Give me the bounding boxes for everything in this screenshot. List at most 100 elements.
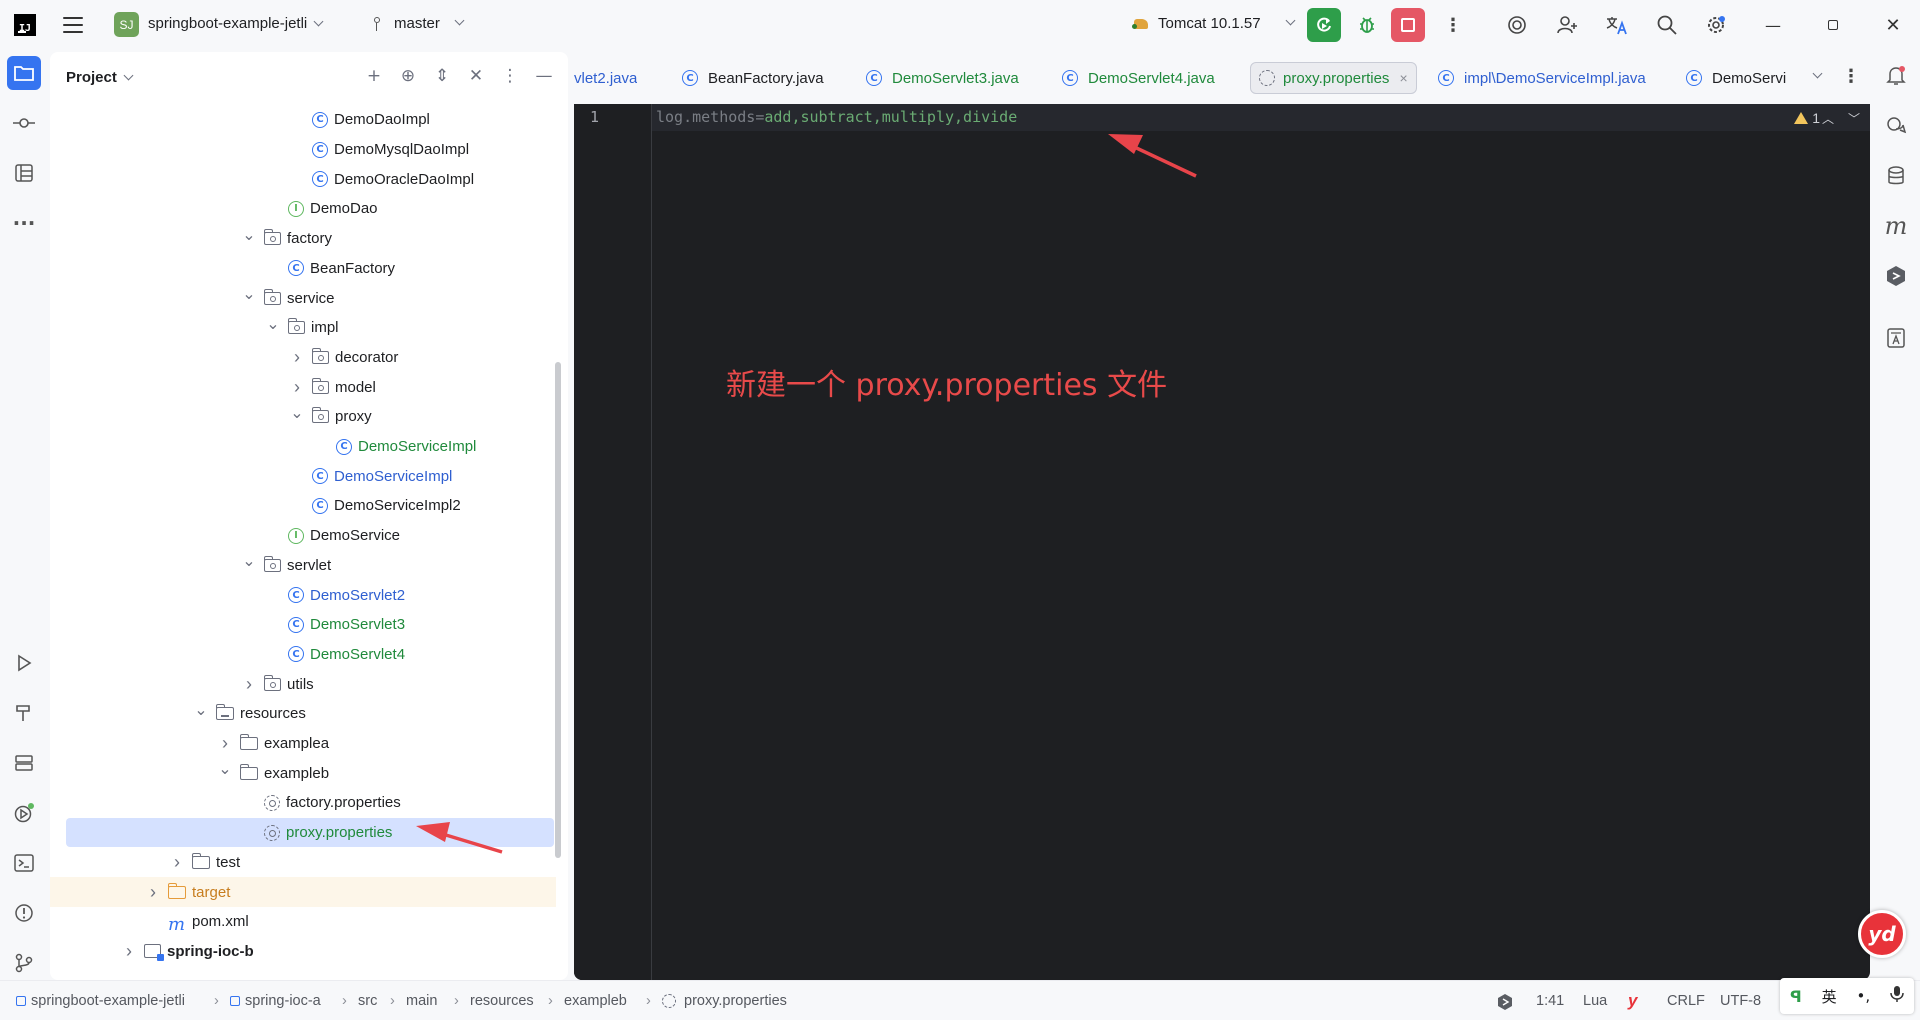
chevron-right-icon[interactable]: › [242, 674, 256, 695]
ai-assistant-icon[interactable] [1504, 12, 1530, 38]
editor-tab[interactable]: vlet2.java [574, 62, 637, 94]
structure-tool-button[interactable] [7, 156, 41, 190]
tree-node[interactable]: m pom.xml [50, 907, 556, 937]
collapse-all-icon[interactable]: ✕ [466, 66, 486, 86]
locate-file-icon[interactable]: ⊕ [398, 66, 418, 86]
chevron-right-icon[interactable]: › [290, 377, 304, 398]
git-tool-button[interactable] [7, 946, 41, 980]
tree-node[interactable]: › decorator [50, 343, 556, 373]
tree-node[interactable]: C DemoServiceImpl [50, 461, 556, 491]
tree-node[interactable]: ⌄ impl [50, 313, 556, 343]
tree-node[interactable]: C BeanFactory [50, 254, 556, 284]
plugin-icon[interactable] [1880, 260, 1912, 292]
chevron-down-icon[interactable]: ⌄ [242, 284, 256, 304]
tab-options-icon[interactable]: ⋮ [1842, 66, 1860, 87]
inspection-widget[interactable]: 1 [1794, 110, 1820, 126]
tree-node[interactable]: C DemoServlet3 [50, 610, 556, 640]
expand-all-icon[interactable]: ⇕ [432, 66, 452, 86]
line-separator[interactable]: CRLF [1667, 993, 1705, 1009]
breadcrumb-item[interactable]: exampleb [564, 993, 627, 1009]
tree-node[interactable]: C DemoDaoImpl [50, 105, 556, 135]
options-icon[interactable]: ⋮ [500, 66, 520, 86]
chevron-down-icon[interactable]: ⌄ [194, 700, 208, 720]
chevron-right-icon[interactable]: › [122, 941, 136, 962]
breadcrumb-item[interactable]: resources [470, 993, 534, 1009]
tree-node[interactable]: ⌄ resources [50, 699, 556, 729]
maximize-button[interactable] [1818, 12, 1848, 38]
breadcrumb-item[interactable]: springboot-example-jetli [16, 993, 185, 1009]
chevron-down-icon[interactable]: ⌄ [218, 759, 232, 779]
tree-node[interactable]: ⌄ service [50, 283, 556, 313]
file-encoding[interactable]: UTF-8 [1720, 993, 1761, 1009]
tree-node[interactable]: › spring-ioc-b [50, 937, 556, 967]
tree-node[interactable]: ⌄ proxy [50, 402, 556, 432]
chevron-down-icon[interactable]: ⌄ [242, 551, 256, 571]
chevron-down-icon[interactable]: ⌄ [290, 403, 304, 423]
tree-node[interactable]: I DemoService [50, 521, 556, 551]
youdao-float-button[interactable]: yd [1858, 910, 1906, 958]
ime-toolbar[interactable]: ꟼ 英 •, [1780, 978, 1914, 1014]
notifications-icon[interactable] [1880, 60, 1912, 92]
chevron-down-icon[interactable]: ⌄ [242, 225, 256, 245]
breadcrumb-item[interactable]: src [358, 993, 377, 1009]
add-icon[interactable]: + [364, 66, 384, 86]
chevron-right-icon[interactable]: › [146, 882, 160, 903]
debug-icon[interactable] [1354, 12, 1380, 38]
chevron-right-icon[interactable]: › [290, 347, 304, 368]
tab-list-chevron-down-icon[interactable] [1812, 68, 1823, 79]
tree-node[interactable]: C DemoServlet4 [50, 640, 556, 670]
chevron-right-icon[interactable]: › [218, 733, 232, 754]
editor-tab[interactable]: Cimpl\DemoServiceImpl.java [1438, 62, 1646, 94]
rerun-button[interactable] [1307, 8, 1341, 42]
tree-node[interactable]: › test [50, 848, 556, 878]
commit-tool-button[interactable] [7, 106, 41, 140]
more-actions-icon[interactable]: ⋮ [1440, 12, 1466, 38]
close-window-button[interactable]: ✕ [1878, 12, 1908, 38]
translate-icon[interactable] [1604, 12, 1630, 38]
build-tool-button[interactable] [7, 696, 41, 730]
editor-tab[interactable]: C BeanFactory.java [682, 62, 824, 94]
run-tool-button[interactable] [7, 646, 41, 680]
breadcrumb-item[interactable]: main [406, 993, 437, 1009]
tree-node[interactable]: C DemoServiceImpl [50, 432, 556, 462]
terminal-tool-button[interactable] [7, 846, 41, 880]
run-config-selector[interactable]: Tomcat 10.1.57 [1132, 15, 1296, 32]
tree-node[interactable]: › target [50, 877, 556, 907]
breadcrumb-item[interactable]: proxy.properties [662, 993, 787, 1009]
problems-tool-button[interactable] [7, 896, 41, 930]
project-tool-button[interactable] [7, 56, 41, 90]
settings-gear-icon[interactable] [1703, 12, 1729, 38]
ime-punctuation[interactable]: •, [1857, 987, 1871, 1005]
plugin-status-icon[interactable] [1496, 993, 1514, 1015]
chevron-down-icon[interactable]: ﹀ [1848, 110, 1860, 127]
project-switcher[interactable]: springboot-example-jetli [148, 15, 324, 32]
tree-node[interactable]: factory.properties [50, 788, 556, 818]
tree-node[interactable]: C DemoOracleDaoImpl [50, 164, 556, 194]
editor-tab[interactable]: C DemoServlet4.java [1062, 62, 1215, 94]
editor-tab[interactable]: C DemoServi [1686, 62, 1786, 94]
more-tools-icon[interactable]: ··· [7, 206, 41, 240]
caret-position[interactable]: 1:41 [1536, 993, 1564, 1009]
stop-button[interactable] [1391, 8, 1425, 42]
chevron-right-icon[interactable]: › [170, 852, 184, 873]
debug-services-tool-button[interactable] [7, 796, 41, 830]
code-with-me-icon[interactable] [1554, 12, 1580, 38]
translation-panel-icon[interactable] [1880, 322, 1912, 354]
services-tool-button[interactable] [7, 746, 41, 780]
vcs-branch-switcher[interactable]: master [372, 15, 465, 32]
file-type[interactable]: Lua [1583, 993, 1607, 1009]
minimize-button[interactable]: — [1758, 12, 1788, 38]
tree-node[interactable]: ⌄ factory [50, 224, 556, 254]
chevron-down-icon[interactable]: ⌄ [266, 314, 280, 334]
tree-node[interactable]: proxy.properties [66, 817, 554, 848]
tree-node[interactable]: C DemoMysqlDaoImpl [50, 135, 556, 165]
code-line[interactable]: log.methods=add,subtract,multiply,divide [656, 108, 1017, 126]
tree-node[interactable]: I DemoDao [50, 194, 556, 224]
project-badge[interactable]: SJ [114, 12, 139, 37]
main-menu-icon[interactable] [60, 12, 86, 38]
youdao-status-icon[interactable]: y [1628, 991, 1637, 1011]
tree-node[interactable]: › model [50, 372, 556, 402]
microphone-icon[interactable] [1890, 985, 1904, 1007]
tree-scrollbar[interactable] [555, 362, 561, 858]
ai-chat-icon[interactable] [1880, 110, 1912, 142]
